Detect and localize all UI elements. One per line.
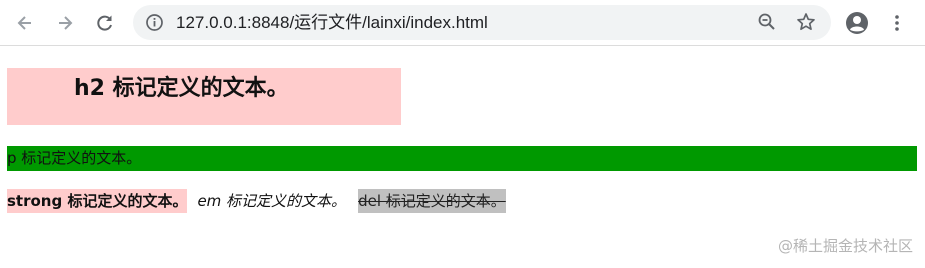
arrow-left-icon xyxy=(17,16,31,30)
info-icon xyxy=(146,14,163,31)
page-content: h2 标记定义的文本。 p 标记定义的文本。 strong 标记定义的文本。 e… xyxy=(0,47,925,268)
star-icon xyxy=(797,13,815,31)
del-text: del 标记定义的文本。 xyxy=(358,189,506,213)
bookmark-button[interactable] xyxy=(796,12,816,36)
profile-button[interactable] xyxy=(843,9,871,37)
back-button[interactable] xyxy=(11,9,39,37)
inline-text-row: strong 标记定义的文本。 em 标记定义的文本。 del 标记定义的文本。 xyxy=(7,189,506,213)
strong-text: strong 标记定义的文本。 xyxy=(7,189,188,213)
zoom-button[interactable] xyxy=(757,12,777,36)
watermark: @稀土掘金技术社区 xyxy=(777,237,913,255)
h2-heading: h2 标记定义的文本。 xyxy=(74,76,289,101)
arrow-right-icon xyxy=(59,16,73,30)
reload-icon xyxy=(97,15,112,31)
zoom-out-icon xyxy=(758,13,775,30)
account-icon xyxy=(846,12,868,34)
h2-block: h2 标记定义的文本。 xyxy=(7,68,401,125)
menu-button[interactable] xyxy=(883,9,911,37)
address-bar[interactable]: 127.0.0.1:8848/运行文件/lainxi/index.html xyxy=(133,5,831,40)
forward-button[interactable] xyxy=(51,9,79,37)
browser-toolbar: 127.0.0.1:8848/运行文件/lainxi/index.html xyxy=(0,0,925,46)
reload-button[interactable] xyxy=(91,9,119,37)
site-info-button[interactable] xyxy=(145,13,164,36)
url-text[interactable]: 127.0.0.1:8848/运行文件/lainxi/index.html xyxy=(176,5,488,40)
em-text: em 标记定义的文本。 xyxy=(197,192,347,210)
more-vert-icon xyxy=(895,15,899,31)
p-paragraph: p 标记定义的文本。 xyxy=(7,146,917,171)
